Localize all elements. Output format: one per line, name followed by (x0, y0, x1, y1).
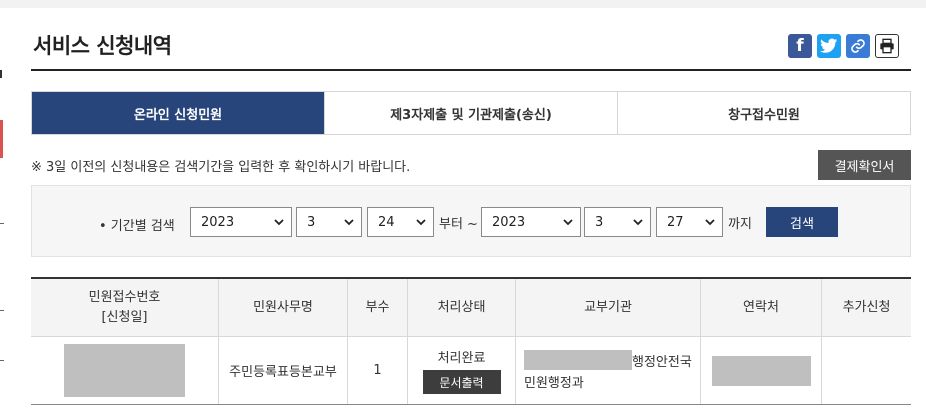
left-edge-tick (0, 360, 4, 361)
to-day-value: 27 (667, 214, 684, 230)
facebook-icon: f (796, 36, 804, 56)
cell-status: 처리완료 문서출력 (408, 337, 516, 404)
from-month-select[interactable]: 3 (296, 207, 362, 237)
tab-counter-applications[interactable]: 창구접수민원 (618, 92, 910, 134)
header-copies-label: 부수 (365, 299, 390, 315)
header-contact: 연락처 (701, 279, 822, 337)
search-button[interactable]: 검색 (766, 207, 838, 237)
title-divider (31, 69, 911, 71)
agency-name: 행정안전국 (632, 354, 692, 370)
cell-receipt-number (31, 337, 219, 404)
print-button[interactable] (875, 34, 899, 58)
page-title: 서비스 신청내역 (33, 34, 172, 58)
header-affair-name: 민원사무명 (219, 279, 348, 337)
to-suffix: 까지 (728, 217, 752, 232)
header-affair-label: 민원사무명 (253, 299, 313, 315)
copy-link-button[interactable] (846, 34, 870, 58)
chevron-down-icon (274, 219, 284, 226)
left-edge-accent (0, 120, 3, 158)
header-agency-label: 교부기관 (584, 299, 632, 315)
cell-affair-name: 주민등록표등본교부 (219, 337, 348, 404)
header-extra-label: 추가신청 (842, 299, 891, 315)
from-year-value: 2023 (201, 214, 235, 230)
redacted-block (64, 344, 185, 397)
to-month-value: 3 (595, 214, 604, 230)
to-year-select[interactable]: 2023 (481, 207, 581, 237)
table-bottom-border (31, 404, 911, 405)
search-period-notice: ※ 3일 이전의 신청내용은 검색기간을 입력한 후 확인하시기 바랍니다. (31, 160, 411, 175)
header-contact-label: 연락처 (743, 299, 779, 315)
cell-agency: 행정안전국 민원행정과 (516, 337, 701, 404)
header-status-label: 처리상태 (437, 299, 486, 315)
print-document-button[interactable]: 문서출력 (422, 370, 501, 394)
chevron-down-icon (633, 219, 643, 226)
to-year-value: 2023 (492, 214, 526, 230)
from-year-select[interactable]: 2023 (190, 207, 292, 237)
chevron-down-icon (705, 219, 715, 226)
chevron-down-icon (416, 219, 426, 226)
status-value: 처리완료 (437, 351, 486, 366)
header-extra-request: 추가신청 (822, 279, 911, 337)
cell-extra-request (822, 337, 911, 404)
left-edge-rule (0, 70, 2, 78)
left-edge-tick (0, 310, 4, 311)
agency-department: 민원행정과 (524, 376, 584, 391)
from-day-value: 24 (378, 214, 395, 230)
header-receipt-date-label: [신청일] (101, 309, 148, 325)
tab-bar: 온라인 신청민원 제3자제출 및 기관제출(송신) 창구접수민원 (31, 91, 911, 135)
header-receipt-number: 민원접수번호 [신청일] (31, 279, 219, 337)
header-status: 처리상태 (408, 279, 516, 337)
redacted-block (711, 355, 811, 386)
header-receipt-number-label: 민원접수번호 (88, 289, 161, 305)
top-strip (0, 0, 926, 8)
twitter-share-button[interactable] (817, 34, 841, 58)
to-month-select[interactable]: 3 (584, 207, 651, 237)
cell-contact (701, 337, 822, 404)
payment-confirmation-button[interactable]: 결제확인서 (818, 150, 911, 180)
copies-value: 1 (373, 363, 382, 378)
agency-line-1: 행정안전국 (524, 350, 692, 370)
tab-online-applications[interactable]: 온라인 신청민원 (32, 92, 325, 134)
twitter-icon (820, 38, 838, 53)
facebook-share-button[interactable]: f (788, 34, 812, 58)
chevron-down-icon (344, 219, 354, 226)
header-copies: 부수 (348, 279, 408, 337)
chevron-down-icon (563, 219, 573, 226)
from-month-value: 3 (307, 214, 316, 230)
affair-name: 주민등록표등본교부 (229, 365, 337, 380)
from-suffix: 부터 ~ (439, 217, 478, 232)
redacted-block (524, 350, 632, 370)
from-day-select[interactable]: 24 (367, 207, 434, 237)
header-agency: 교부기관 (516, 279, 701, 337)
cell-copies: 1 (348, 337, 408, 404)
link-icon (851, 39, 865, 53)
period-search-label: • 기간별 검색 (99, 219, 175, 234)
print-icon (880, 38, 894, 54)
to-day-select[interactable]: 27 (656, 207, 723, 237)
tab-third-party-submission[interactable]: 제3자제출 및 기관제출(송신) (325, 92, 618, 134)
left-edge-tick (0, 223, 4, 224)
